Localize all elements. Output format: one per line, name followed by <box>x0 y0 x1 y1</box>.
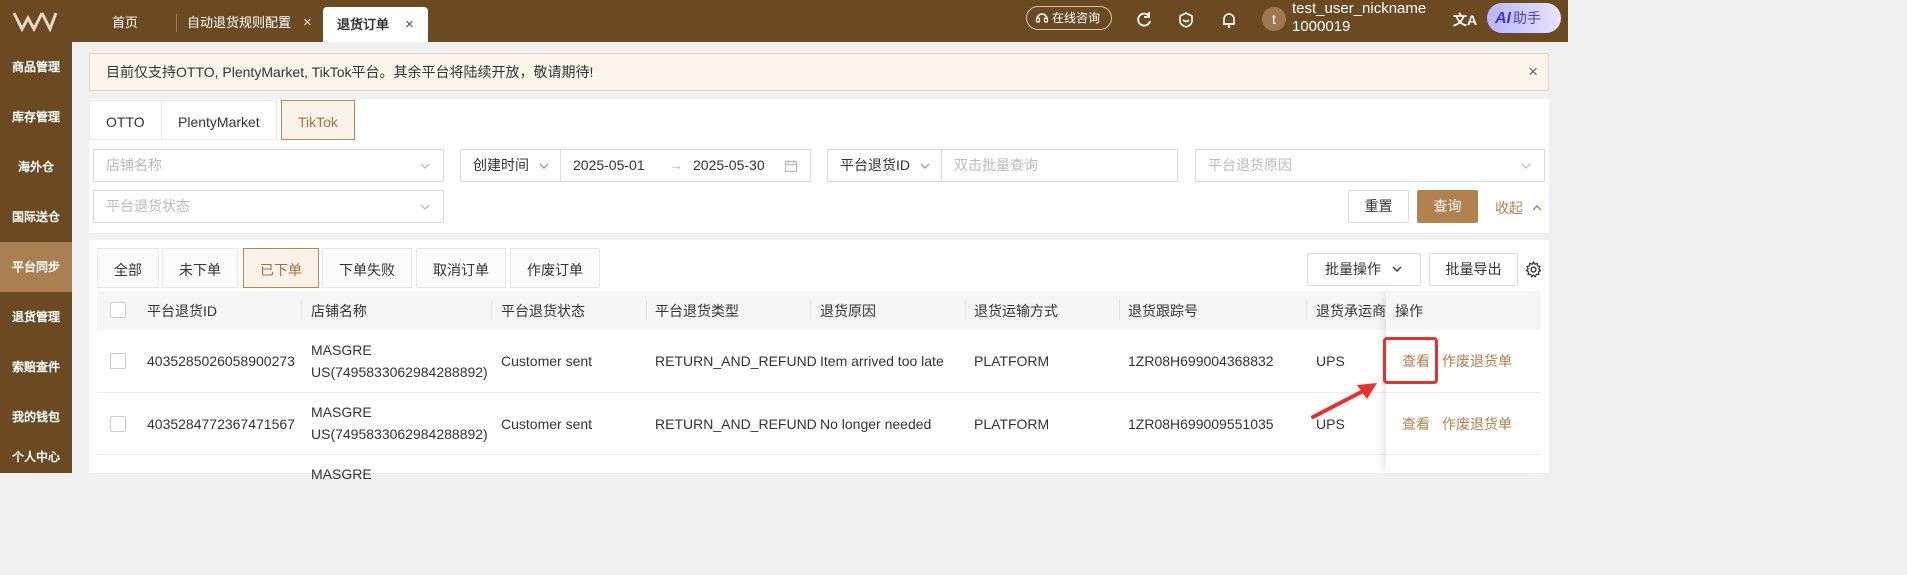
ai-assistant-button[interactable]: AI 助手 <box>1487 3 1561 33</box>
cell-carrier: UPS <box>1316 353 1345 369</box>
online-consult-button[interactable]: 在线咨询 <box>1026 6 1112 30</box>
status-select[interactable]: 平台退货状态 <box>93 190 444 223</box>
tab-auto-return-rules[interactable]: 自动退货规则配置 × <box>187 0 312 42</box>
cell-type: RETURN_AND_REFUND <box>655 353 817 369</box>
calendar-icon <box>784 160 798 173</box>
bell-icon[interactable] <box>1219 10 1239 30</box>
cell-reason: Item arrived too late <box>820 353 944 369</box>
tab-cancelled[interactable]: 取消订单 <box>416 248 506 288</box>
row-checkbox[interactable] <box>110 353 126 369</box>
batch-operations-button[interactable]: 批量操作 <box>1307 253 1421 286</box>
sidebar-item-inventory[interactable]: 库存管理 <box>0 92 72 142</box>
sidebar-item-overseas-warehouse[interactable]: 海外仓 <box>0 142 72 192</box>
tab-tiktok[interactable]: TikTok <box>281 100 355 140</box>
logo-icon[interactable] <box>12 10 58 32</box>
cell-return-id: 4035284772367471567 <box>147 416 295 432</box>
void-return-button[interactable]: 作废退货单 <box>1442 414 1512 434</box>
tab-plentymarket[interactable]: PlentyMarket <box>161 100 277 140</box>
void-return-button[interactable]: 作废退货单 <box>1442 351 1512 371</box>
tab-all[interactable]: 全部 <box>97 248 159 288</box>
cell-type: RETURN_AND_REFUND <box>655 416 817 432</box>
sidebar-item-returns[interactable]: 退货管理 <box>0 292 72 342</box>
search-button[interactable]: 查询 <box>1417 190 1478 223</box>
chevron-down-icon <box>1392 266 1402 272</box>
cell-shipping: PLATFORM <box>974 416 1050 432</box>
tab-otto[interactable]: OTTO <box>89 100 162 140</box>
tab-home[interactable]: 首页 <box>112 0 138 42</box>
chevron-down-icon <box>420 163 430 169</box>
reason-select[interactable]: 平台退货原因 <box>1195 149 1545 182</box>
tab-ordered[interactable]: 已下单 <box>243 248 319 288</box>
cell-tracking: 1ZR08H699004368832 <box>1128 353 1274 369</box>
annotation-arrow-icon <box>1311 383 1377 419</box>
cell-store: MASGRE US(7495833062984288892) <box>311 342 488 380</box>
sidebar-item-wallet[interactable]: 我的钱包 <box>0 392 72 442</box>
translate-icon[interactable]: 文A <box>1453 10 1477 30</box>
chevron-down-icon <box>539 163 549 169</box>
sidebar-item-products[interactable]: 商品管理 <box>0 42 72 92</box>
chevron-down-icon <box>420 204 430 210</box>
cell-store: MASGRE <box>311 466 372 482</box>
chevron-down-icon <box>1521 163 1531 169</box>
avatar[interactable]: t <box>1262 7 1286 31</box>
service-icon[interactable] <box>1176 10 1196 30</box>
col-header-status: 平台退货状态 <box>501 303 585 319</box>
col-header-id: 平台退货ID <box>147 303 217 319</box>
cell-status: Customer sent <box>501 416 593 432</box>
close-icon[interactable]: × <box>405 16 414 33</box>
tab-order-failed[interactable]: 下单失败 <box>322 248 412 288</box>
tab-divider <box>176 14 177 32</box>
tab-return-orders[interactable]: 退货订单 × <box>323 7 428 42</box>
batch-id-input[interactable]: 双击批量查询 <box>941 149 1178 182</box>
date-type-select[interactable]: 创建时间 <box>460 149 561 182</box>
id-type-select[interactable]: 平台退货ID <box>827 149 942 182</box>
headset-icon <box>1035 13 1049 23</box>
close-icon[interactable]: × <box>303 14 312 31</box>
col-header-shipping: 退货运输方式 <box>974 303 1058 319</box>
cell-tracking: 1ZR08H699009551035 <box>1128 416 1274 432</box>
sidebar-item-intl-delivery[interactable]: 国际送仓 <box>0 192 72 242</box>
view-button[interactable]: 查看 <box>1402 414 1430 434</box>
cell-reason: No longer needed <box>820 416 932 432</box>
chevron-down-icon <box>920 163 930 169</box>
col-header-store: 店铺名称 <box>311 303 367 319</box>
gear-icon[interactable] <box>1525 261 1542 278</box>
col-header-actions: 操作 <box>1395 303 1423 319</box>
collapse-button[interactable]: 收起 <box>1495 198 1543 218</box>
col-header-carrier: 退货承运商 <box>1316 303 1386 319</box>
sidebar: 商品管理 库存管理 海外仓 国际送仓 平台同步 退货管理 索赔查件 我的钱包 个… <box>0 42 72 473</box>
sidebar-item-platform-sync[interactable]: 平台同步 <box>0 242 72 292</box>
row-checkbox[interactable] <box>110 416 126 432</box>
col-header-tracking: 退货跟踪号 <box>1128 303 1198 319</box>
store-select[interactable]: 店铺名称 <box>93 149 444 182</box>
refresh-icon[interactable] <box>1134 10 1154 30</box>
sidebar-item-claims[interactable]: 索赔查件 <box>0 342 72 392</box>
date-range-picker[interactable]: 2025-05-01 → 2025-05-30 <box>560 149 811 182</box>
cell-return-id: 4035285026058900273 <box>147 353 295 369</box>
col-header-reason: 退货原因 <box>820 303 876 319</box>
date-start[interactable]: 2025-05-01 <box>573 157 645 173</box>
batch-export-button[interactable]: 批量导出 <box>1429 253 1518 286</box>
tab-voided[interactable]: 作废订单 <box>510 248 600 288</box>
sidebar-item-profile[interactable]: 个人中心 <box>0 442 72 492</box>
close-icon[interactable]: × <box>1528 54 1538 90</box>
chevron-up-icon <box>1532 205 1542 211</box>
cell-shipping: PLATFORM <box>974 353 1050 369</box>
tab-not-ordered[interactable]: 未下单 <box>162 248 238 288</box>
notice-banner: 目前仅支持OTTO, PlentyMarket, TikTok平台。其余平台将陆… <box>89 53 1549 91</box>
cell-store: MASGRE US(7495833062984288892) <box>311 404 488 442</box>
select-all-checkbox[interactable] <box>110 302 126 318</box>
date-end[interactable]: 2025-05-30 <box>693 150 765 181</box>
col-header-type: 平台退货类型 <box>655 303 739 319</box>
reset-button[interactable]: 重置 <box>1348 190 1409 223</box>
user-info[interactable]: test_user_nickname 1000019 <box>1292 0 1426 36</box>
cell-status: Customer sent <box>501 353 593 369</box>
arrow-right-icon: → <box>669 157 683 173</box>
